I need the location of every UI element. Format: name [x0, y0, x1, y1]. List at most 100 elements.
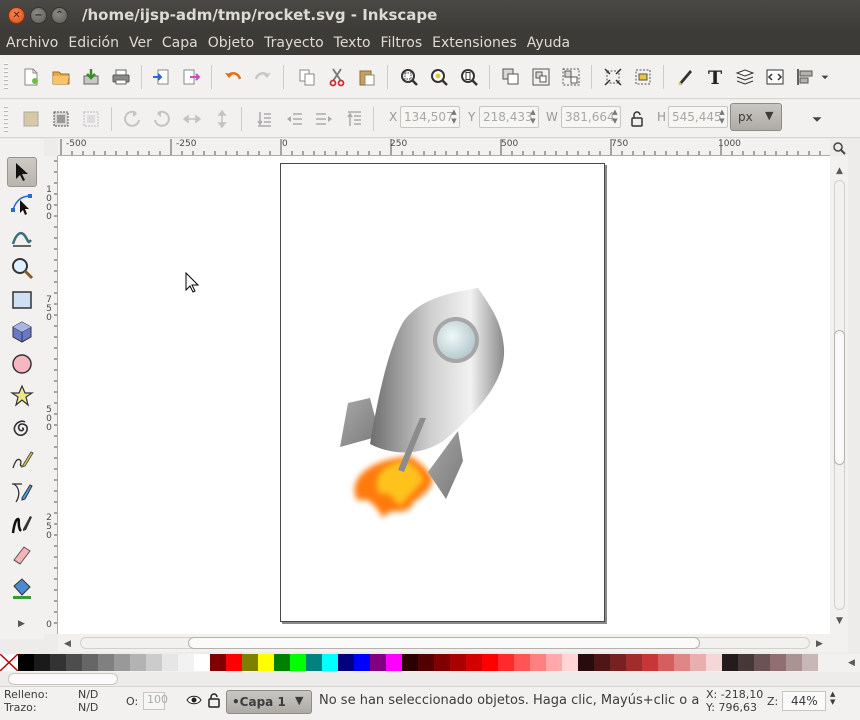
- undo-button[interactable]: [222, 66, 244, 88]
- menu-ayuda[interactable]: Ayuda: [527, 35, 570, 51]
- color-swatch[interactable]: [706, 654, 722, 671]
- rocket-drawing[interactable]: [58, 156, 830, 634]
- zoom-drawing-button[interactable]: [428, 66, 450, 88]
- color-swatch[interactable]: [658, 654, 674, 671]
- current-layer-select[interactable]: •Capa 1 ▼: [226, 690, 312, 714]
- deselect-button[interactable]: [80, 108, 102, 130]
- color-swatch[interactable]: [562, 654, 578, 671]
- drawing-canvas[interactable]: [58, 156, 830, 634]
- xml-editor-button[interactable]: [764, 66, 786, 88]
- color-swatch[interactable]: [370, 654, 386, 671]
- color-swatch[interactable]: [34, 654, 50, 671]
- select-all-layers-button[interactable]: [50, 108, 72, 130]
- color-swatch[interactable]: [114, 654, 130, 671]
- color-swatch[interactable]: [690, 654, 706, 671]
- color-swatch[interactable]: [770, 654, 786, 671]
- ungroup-button[interactable]: [560, 66, 582, 88]
- color-swatch[interactable]: [530, 654, 546, 671]
- align-button[interactable]: [632, 66, 654, 88]
- star-tool[interactable]: [7, 381, 37, 411]
- stroke-value[interactable]: N/D: [78, 701, 98, 714]
- scroll-up-icon[interactable]: ▲: [836, 166, 843, 176]
- scroll-down-icon[interactable]: ▼: [836, 616, 843, 626]
- fill-stroke-button[interactable]: [674, 66, 696, 88]
- spin-arrows-icon[interactable]: ▲ ▼: [450, 108, 458, 126]
- color-swatch[interactable]: [722, 654, 738, 671]
- new-document-button[interactable]: [20, 66, 42, 88]
- 3dbox-tool[interactable]: [7, 317, 37, 347]
- color-swatch[interactable]: [66, 654, 82, 671]
- color-swatch[interactable]: [274, 654, 290, 671]
- color-swatch[interactable]: [306, 654, 322, 671]
- color-swatch[interactable]: [642, 654, 658, 671]
- text-font-button[interactable]: T: [704, 66, 726, 88]
- pencil-tool[interactable]: [7, 445, 37, 475]
- color-swatch[interactable]: [82, 654, 98, 671]
- fill-value[interactable]: N/D: [78, 688, 98, 701]
- calligraphy-tool[interactable]: [7, 509, 37, 539]
- color-swatch[interactable]: [466, 654, 482, 671]
- toolbar-overflow-button[interactable]: [818, 66, 832, 88]
- tweak-tool[interactable]: [7, 221, 37, 251]
- window-minimize-button[interactable]: −: [30, 7, 47, 24]
- color-swatch[interactable]: [450, 654, 466, 671]
- color-swatch[interactable]: [754, 654, 770, 671]
- copy-button[interactable]: [296, 66, 318, 88]
- color-swatch[interactable]: [354, 654, 370, 671]
- color-swatch[interactable]: [786, 654, 802, 671]
- color-swatch[interactable]: [194, 654, 210, 671]
- color-swatch[interactable]: [802, 654, 818, 671]
- color-swatch[interactable]: [146, 654, 162, 671]
- color-swatch[interactable]: [546, 654, 562, 671]
- selector-tool[interactable]: [7, 157, 37, 187]
- spin-arrows-icon[interactable]: ▲ ▼: [529, 108, 537, 126]
- toolbar-grip[interactable]: [4, 63, 8, 89]
- color-swatch[interactable]: [210, 654, 226, 671]
- duplicate-button[interactable]: [500, 66, 522, 88]
- group-button[interactable]: [530, 66, 552, 88]
- lower-button[interactable]: [283, 108, 305, 130]
- ellipse-tool[interactable]: [7, 349, 37, 379]
- horizontal-scroll-thumb[interactable]: [188, 637, 700, 649]
- menu-edicion[interactable]: Edición: [68, 35, 119, 51]
- color-swatch[interactable]: [290, 654, 306, 671]
- scroll-right-icon[interactable]: ▶: [816, 639, 823, 649]
- spin-arrows-icon[interactable]: ▲ ▼: [718, 108, 726, 126]
- color-swatch[interactable]: [178, 654, 194, 671]
- spiral-tool[interactable]: [7, 413, 37, 443]
- paint-bucket-tool[interactable]: [7, 573, 37, 603]
- color-swatch[interactable]: [162, 654, 178, 671]
- import-button[interactable]: [150, 66, 172, 88]
- menu-filtros[interactable]: Filtros: [381, 35, 423, 51]
- h-spinbox[interactable]: 545,445 ▲ ▼: [668, 106, 728, 128]
- color-swatch[interactable]: [18, 654, 34, 671]
- color-swatch[interactable]: [386, 654, 402, 671]
- color-swatch[interactable]: [514, 654, 530, 671]
- color-swatch[interactable]: [674, 654, 690, 671]
- color-swatch[interactable]: [594, 654, 610, 671]
- paste-button[interactable]: [356, 66, 378, 88]
- print-button[interactable]: [110, 66, 132, 88]
- color-swatch[interactable]: [434, 654, 450, 671]
- color-swatch[interactable]: [258, 654, 274, 671]
- w-spinbox[interactable]: 381,664 ▲ ▼: [561, 106, 621, 128]
- color-swatch[interactable]: [498, 654, 514, 671]
- cut-button[interactable]: [326, 66, 348, 88]
- color-swatch[interactable]: [98, 654, 114, 671]
- palette-scrollbar[interactable]: [8, 673, 118, 685]
- color-swatch[interactable]: [418, 654, 434, 671]
- color-swatch[interactable]: [738, 654, 754, 671]
- lower-bottom-button[interactable]: [253, 108, 275, 130]
- rotate-ccw-button[interactable]: [121, 108, 143, 130]
- menu-objeto[interactable]: Objeto: [208, 35, 254, 51]
- palette-more-icon[interactable]: ◀: [848, 658, 855, 668]
- toolbox-more-icon[interactable]: ▶: [18, 619, 25, 629]
- rectangle-tool[interactable]: [7, 285, 37, 315]
- color-swatch[interactable]: [322, 654, 338, 671]
- zoom-selection-button[interactable]: [398, 66, 420, 88]
- lock-aspect-button[interactable]: [626, 108, 648, 130]
- vertical-ruler[interactable]: 1000 750 500 250 0: [44, 156, 58, 634]
- layer-visibility-button[interactable]: [186, 693, 202, 711]
- save-button[interactable]: [80, 66, 102, 88]
- x-spinbox[interactable]: 134,507 ▲ ▼: [400, 106, 460, 128]
